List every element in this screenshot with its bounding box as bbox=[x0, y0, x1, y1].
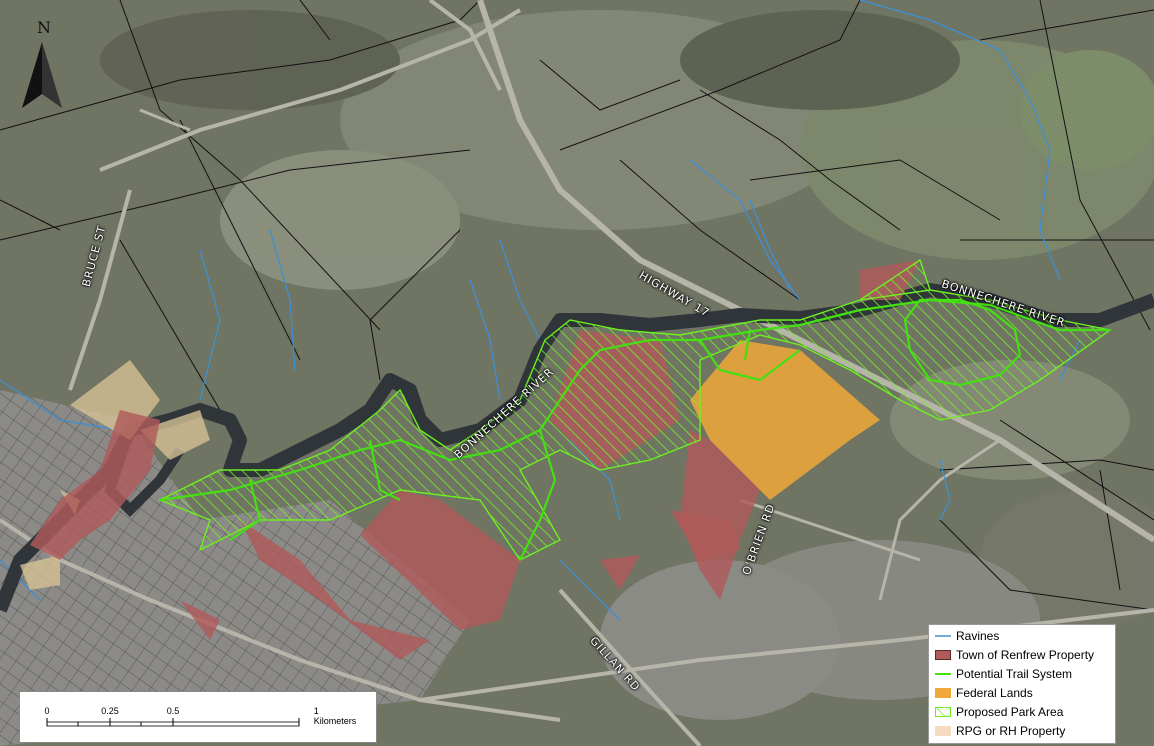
legend-item-ravines: Ravines bbox=[935, 627, 999, 645]
scale-tick-05: 0.5 bbox=[166, 706, 180, 716]
legend-label: Ravines bbox=[956, 629, 1000, 643]
legend-item-town-property: Town of Renfrew Property bbox=[935, 646, 1094, 664]
legend-item-rpg-rh: RPG or RH Property bbox=[935, 722, 1065, 740]
legend-fill-swatch-icon bbox=[935, 650, 951, 660]
scale-tick-025: 0.25 bbox=[101, 706, 119, 716]
north-label: N bbox=[37, 18, 51, 37]
legend-fill-swatch-icon bbox=[935, 688, 951, 698]
map-legend: Ravines Town of Renfrew Property Potenti… bbox=[928, 624, 1116, 744]
scale-bar: 0 0.25 0.5 1 Kilometers bbox=[19, 691, 377, 743]
legend-fill-swatch-icon bbox=[935, 726, 951, 736]
legend-label: Potential Trail System bbox=[956, 667, 1073, 681]
legend-label: Town of Renfrew Property bbox=[956, 648, 1095, 662]
legend-line-swatch-icon bbox=[935, 673, 951, 675]
legend-label: Federal Lands bbox=[956, 686, 1033, 700]
scale-tick-1km: 1 Kilometers bbox=[313, 706, 357, 726]
scale-tick-0: 0 bbox=[44, 706, 50, 716]
legend-label: RPG or RH Property bbox=[956, 724, 1066, 738]
legend-line-swatch-icon bbox=[935, 635, 951, 637]
legend-item-federal-lands: Federal Lands bbox=[935, 684, 1033, 702]
legend-label: Proposed Park Area bbox=[956, 705, 1064, 719]
legend-item-trail-system: Potential Trail System bbox=[935, 665, 1072, 683]
legend-hatch-swatch-icon bbox=[935, 707, 951, 717]
legend-item-proposed-park: Proposed Park Area bbox=[935, 703, 1063, 721]
